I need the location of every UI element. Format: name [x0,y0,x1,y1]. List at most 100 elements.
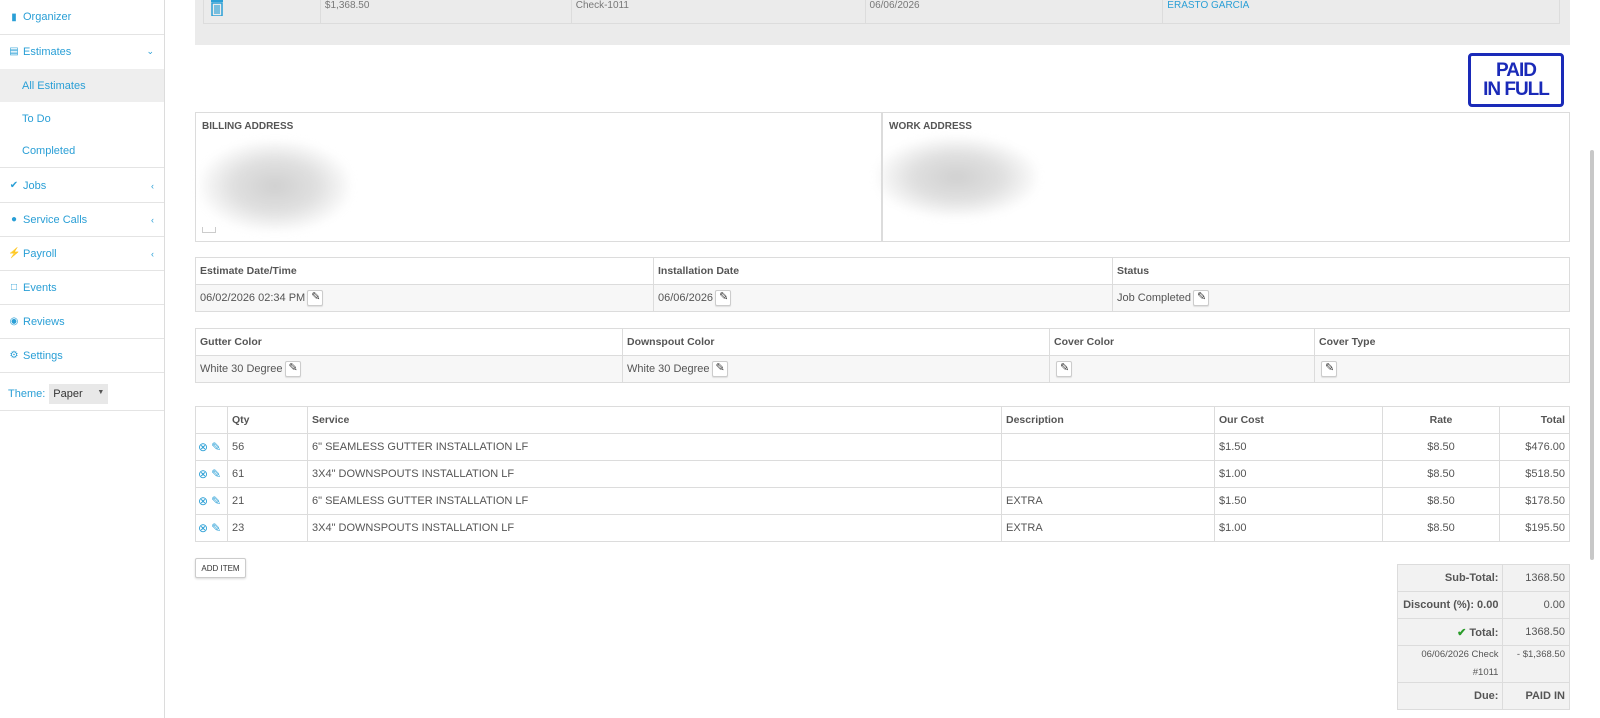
chevron-down-icon: ⌄ [146,46,154,56]
stamp-line-2: IN FULL [1483,79,1550,100]
edit-status-button[interactable] [1193,290,1209,306]
delete-payment-cell [204,0,321,24]
trash-icon[interactable] [210,0,224,16]
cost-cell: $1.00 [1214,514,1383,542]
edit-installation-date-button[interactable] [715,290,732,306]
sidebar-subitem-completed[interactable]: Completed [0,135,164,168]
sidebar-item-jobs[interactable]: ✔ Jobs ‹ [0,169,164,203]
total-cell: $195.50 [1499,514,1570,542]
qty-cell: 56 [227,433,308,461]
total-label: Total: [1469,626,1499,639]
totals-table: Sub-Total: 1368.50 Discount (%): 0.00 0.… [1396,564,1570,710]
edit-downspout-color-button[interactable] [711,361,728,377]
payment-amount: $1,368.50 [321,0,572,24]
work-address-box: WORK ADDRESS [877,112,1570,242]
bolt-icon: ⚡ [8,248,21,259]
edit-icon[interactable]: ✎ [211,440,221,454]
payment-date: 06/06/2026 [866,0,1164,24]
total-cell: $178.50 [1499,487,1570,515]
theme-label: Theme: [8,388,46,400]
billing-address-redacted [200,141,350,231]
row-actions: ⊗ ✎ [195,514,228,542]
colors-table: Gutter Color Downspout Color Cover Color… [195,328,1570,383]
sidebar-item-label: Service Calls [23,213,88,226]
billing-address-box: BILLING ADDRESS [195,112,882,242]
sidebar-item-label: To Do [22,112,51,125]
edit-icon[interactable]: ✎ [211,494,221,508]
gutter-color-value: White 30 Degree [200,362,283,375]
total-cell: $476.00 [1499,433,1570,461]
description-cell [1001,460,1215,488]
table-row: ⊗ ✎ 21 6" SEAMLESS GUTTER INSTALLATION L… [195,487,1570,515]
payments-panel: $1,368.50 Check-1011 06/06/2026 ERASTO G… [195,0,1570,45]
line-items-table: Qty Service Description Our Cost Rate To… [195,406,1570,542]
dates-table: Estimate Date/Time Installation Date Sta… [195,257,1570,312]
payment-user-link[interactable]: ERASTO GARCIA [1167,0,1249,11]
service-cell: 6" SEAMLESS GUTTER INSTALLATION LF [307,487,1002,515]
sidebar-item-settings[interactable]: ⚙ Settings [0,339,164,373]
row-actions: ⊗ ✎ [195,433,228,461]
sidebar-item-label: All Estimates [22,79,86,92]
payment-user-cell: ERASTO GARCIA [1163,0,1559,24]
rate-cell: $8.50 [1382,460,1500,488]
cover-color-cell [1049,355,1315,383]
header-gutter-color: Gutter Color [195,328,623,356]
subtotal-label: Sub-Total: [1396,564,1504,592]
rate-cell: $8.50 [1382,514,1500,542]
check-icon: ✔ [1457,626,1467,639]
estimate-date-cell: 06/02/2026 02:34 PM [195,284,654,312]
payment-value: - $1,368.50 [1502,645,1570,683]
chevron-left-icon: ‹ [151,180,154,191]
work-address-redacted [877,137,1037,217]
remove-icon[interactable]: ⊗ [198,494,208,508]
sidebar-item-estimates[interactable]: ▤ Estimates ⌄ [0,35,164,68]
theme-select-value: Paper [53,388,83,400]
cost-cell: $1.50 [1214,487,1383,515]
cost-cell: $1.50 [1214,433,1383,461]
header-installation-date: Installation Date [653,257,1113,285]
header-downspout-color: Downspout Color [622,328,1050,356]
description-cell: EXTRA [1001,514,1215,542]
sidebar-subitem-to-do[interactable]: To Do [0,102,164,135]
remove-icon[interactable]: ⊗ [198,521,208,535]
edit-gutter-color-button[interactable] [284,361,301,377]
calendar-icon: □ [10,282,18,293]
sidebar-item-label: Jobs [23,179,47,192]
sidebar-item-organizer[interactable]: ▮ Organizer [0,0,164,35]
work-address-title: WORK ADDRESS [889,121,972,132]
sidebar-item-payroll[interactable]: ⚡ Payroll ‹ [0,237,164,271]
theme-select[interactable]: Paper ▼ [49,384,109,404]
remove-icon[interactable]: ⊗ [198,440,208,454]
edit-estimate-date-button[interactable] [307,290,324,306]
header-total: Total [1499,406,1570,434]
edit-cover-type-button[interactable] [1321,361,1337,377]
sidebar-item-reviews[interactable]: ◉ Reviews [0,305,164,339]
alert-icon: ● [10,214,18,225]
sidebar-item-events[interactable]: □ Events [0,271,164,305]
remove-icon[interactable]: ⊗ [198,467,208,481]
add-item-button[interactable]: ADD ITEM [195,558,246,578]
subtotal-value: 1368.50 [1502,564,1570,592]
edit-cover-color-button[interactable] [1056,361,1072,377]
total-label-cell: ✔ Total: [1396,618,1504,646]
header-status: Status [1112,257,1570,285]
description-cell [1001,433,1215,461]
sidebar-item-service-calls[interactable]: ● Service Calls ‹ [0,203,164,237]
sidebar-item-label: Completed [22,145,76,157]
chevron-left-icon: ‹ [151,214,154,225]
scrollbar[interactable] [1590,150,1594,560]
status-value: Job Completed [1117,291,1191,304]
qty-cell: 61 [227,460,308,488]
payment-row: $1,368.50 Check-1011 06/06/2026 ERASTO G… [203,0,1560,24]
qty-cell: 21 [227,487,308,515]
row-actions: ⊗ ✎ [195,487,228,515]
billing-edit-button[interactable] [202,227,216,233]
sidebar-item-label: Reviews [23,315,65,328]
downspout-color-cell: White 30 Degree [622,355,1050,383]
table-row: ⊗ ✎ 61 3X4" DOWNSPOUTS INSTALLATION LF $… [195,460,1570,488]
edit-icon[interactable]: ✎ [211,467,221,481]
total-value: 1368.50 [1502,618,1570,646]
edit-icon[interactable]: ✎ [211,521,221,535]
cover-type-cell [1314,355,1570,383]
sidebar-subitem-all-estimates[interactable]: All Estimates [0,69,164,102]
